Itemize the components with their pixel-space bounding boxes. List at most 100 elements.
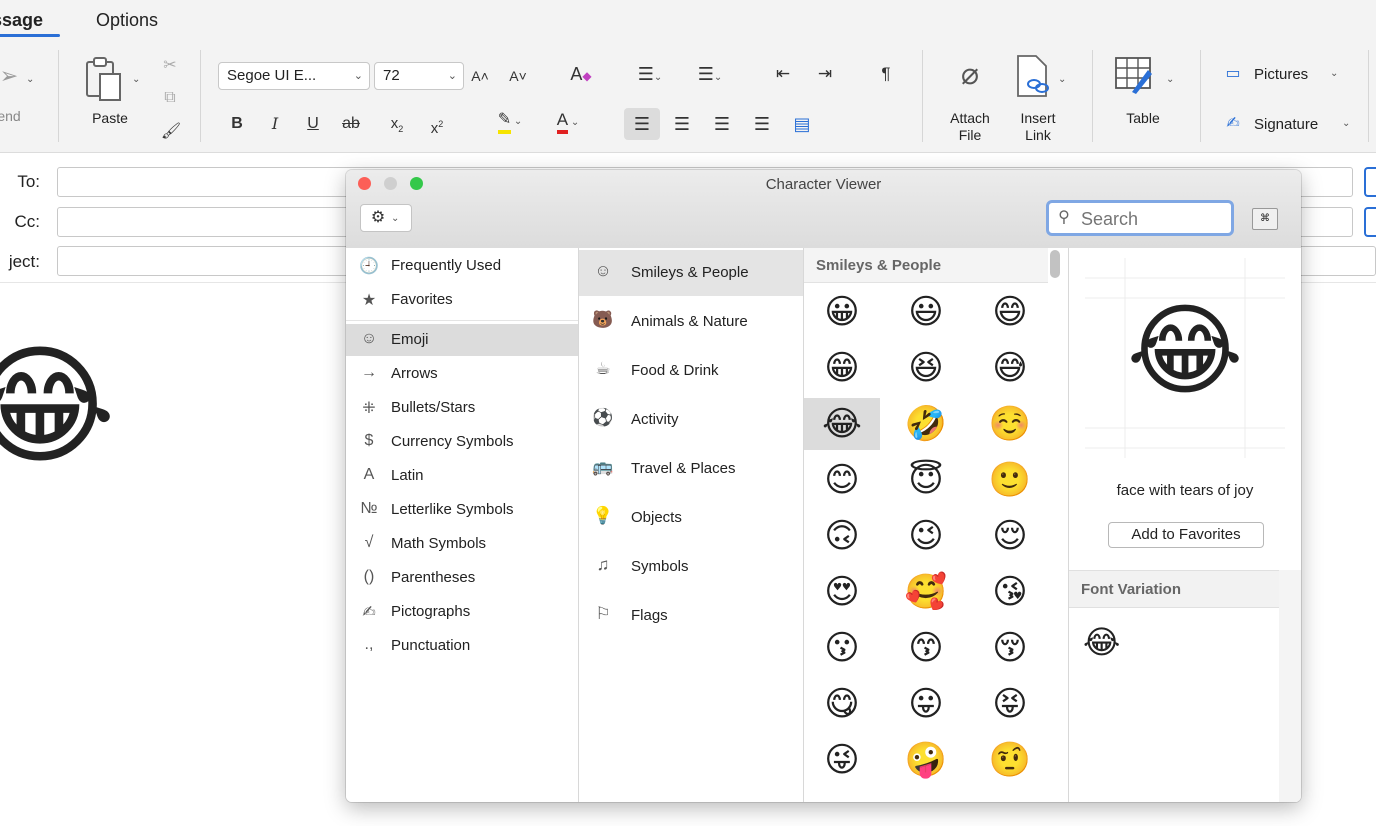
font-size-select[interactable]: 72 ⌄ <box>374 62 464 90</box>
chevron-down-icon: ⌄ <box>1166 74 1175 85</box>
emoji-cell[interactable]: 🙃 <box>804 510 880 562</box>
align-center-icon[interactable]: ☰ <box>670 114 694 134</box>
tab-message[interactable]: ssage <box>0 10 43 31</box>
emoji-cell[interactable]: 🤪 <box>888 734 964 786</box>
variation-emoji[interactable]: 😂 <box>1083 622 1120 662</box>
emoji-cell[interactable]: 😇 <box>888 454 964 506</box>
emoji-cell[interactable]: 😆 <box>888 342 964 394</box>
subcategory-icon: ⚐ <box>595 604 611 623</box>
distributed-icon[interactable]: ▤ <box>790 114 814 134</box>
align-right-icon[interactable]: ☰ <box>710 114 734 134</box>
emoji-cell[interactable]: 🤨 <box>972 734 1048 786</box>
paste-label: Paste <box>92 110 128 126</box>
emoji-cell[interactable]: 🙂 <box>972 454 1048 506</box>
keyboard-viewer-icon[interactable]: ⌘ <box>1252 208 1278 230</box>
category-item[interactable]: 🕘 Frequently Used <box>346 250 578 282</box>
strikethrough-icon[interactable]: ab <box>338 114 364 134</box>
emoji-cell[interactable]: ☺️ <box>972 398 1048 450</box>
category-item[interactable]: ., Punctuation <box>346 630 578 662</box>
category-item[interactable]: № Letterlike Symbols <box>346 494 578 526</box>
category-item[interactable]: $ Currency Symbols <box>346 426 578 458</box>
attach-file-button[interactable]: ⌀ Attach File <box>942 54 998 146</box>
scrollbar-thumb[interactable] <box>1050 250 1060 278</box>
subcategory-item[interactable]: 💡 Objects <box>579 495 803 541</box>
preview-pane: 😂 face with tears of joy Add to Favorite… <box>1069 248 1301 802</box>
numbering-icon[interactable]: ☰⌄ <box>688 64 732 88</box>
subcategory-item[interactable]: ⚐ Flags <box>579 593 803 639</box>
preview-name: face with tears of joy <box>1116 482 1254 499</box>
category-item[interactable]: √ Math Symbols <box>346 528 578 560</box>
highlight-icon[interactable]: ✎ ⌄ <box>486 110 534 134</box>
emoji-cell[interactable]: 😍 <box>804 566 880 618</box>
italic-icon[interactable]: I <box>264 114 286 134</box>
emoji-cell[interactable]: 🥰 <box>888 566 964 618</box>
paste-button[interactable]: ⌄ Paste <box>80 52 146 132</box>
cut-icon[interactable]: ✂ <box>160 56 180 76</box>
pilcrow-icon[interactable]: ¶ <box>876 64 896 84</box>
category-item[interactable]: ★ Favorites <box>346 284 578 316</box>
copy-icon[interactable]: ⧉ <box>160 88 180 108</box>
category-item[interactable]: ⁜ Bullets/Stars <box>346 392 578 424</box>
emoji-cell[interactable]: 🤣 <box>888 398 964 450</box>
insert-link-button[interactable]: ⌄ Insert Link <box>1008 54 1074 146</box>
subscript-icon[interactable]: x2 <box>384 114 410 139</box>
emoji-cell[interactable]: 😀 <box>804 286 880 338</box>
font-name-select[interactable]: Segoe UI E... ⌄ <box>218 62 370 90</box>
emoji-cell[interactable]: 😙 <box>888 622 964 674</box>
send-button[interactable]: ➢ ⌄ end <box>0 64 46 125</box>
search-field[interactable]: ⚲ <box>1046 200 1234 236</box>
pictures-button[interactable]: ▭ Pictures ⌄ <box>1220 62 1350 88</box>
emoji-cell[interactable]: 😋 <box>804 678 880 730</box>
font-color-icon[interactable]: A ⌄ <box>540 110 596 134</box>
justify-icon[interactable]: ☰ <box>750 114 774 134</box>
emoji-cell[interactable]: 😜 <box>804 734 880 786</box>
to-address-book-button[interactable] <box>1364 167 1376 197</box>
subcategory-item[interactable]: ☕ Food & Drink <box>579 348 803 394</box>
decrease-indent-icon[interactable]: ⇤ <box>770 64 796 84</box>
signature-button[interactable]: ✍ Signature ⌄ <box>1220 112 1360 138</box>
superscript-icon[interactable]: x2 <box>424 114 450 139</box>
align-left-button[interactable]: ☰ <box>624 108 660 140</box>
add-to-favorites-button[interactable]: Add to Favorites <box>1108 522 1264 548</box>
emoji-cell[interactable]: 😗 <box>804 622 880 674</box>
emoji-cell[interactable]: 😘 <box>972 566 1048 618</box>
category-item[interactable]: ✍ Pictographs <box>346 596 578 628</box>
underline-icon[interactable]: U <box>302 114 324 134</box>
emoji-cell[interactable]: 😛 <box>888 678 964 730</box>
decrease-font-icon[interactable]: A˅ <box>506 66 530 86</box>
category-item[interactable]: → Arrows <box>346 358 578 390</box>
emoji-cell[interactable]: 😃 <box>888 286 964 338</box>
emoji-cell[interactable]: 😅 <box>972 342 1048 394</box>
subcategory-item[interactable]: 🚌 Travel & Places <box>579 446 803 492</box>
emoji-cell[interactable]: 😌 <box>972 510 1048 562</box>
font-size-value: 72 <box>383 67 400 84</box>
tab-options[interactable]: Options <box>96 10 158 31</box>
emoji-cell[interactable]: 😂 <box>804 398 880 450</box>
viewer-title: Character Viewer <box>765 176 882 193</box>
emoji-cell[interactable]: 😄 <box>972 286 1048 338</box>
cc-label: Cc: <box>14 212 41 231</box>
settings-menu-button[interactable]: ⚙ ⌄ <box>360 204 412 232</box>
emoji-cell[interactable]: 😊 <box>804 454 880 506</box>
category-item[interactable]: A Latin <box>346 460 578 492</box>
emoji-cell[interactable]: 😁 <box>804 342 880 394</box>
subcategory-item[interactable]: ☺ Smileys & People <box>579 250 803 296</box>
search-input[interactable] <box>1079 205 1233 233</box>
emoji-cell[interactable]: 😝 <box>972 678 1048 730</box>
category-icon: $ <box>364 432 374 449</box>
cc-address-book-button[interactable] <box>1364 207 1376 237</box>
increase-indent-icon[interactable]: ⇥ <box>812 64 838 84</box>
format-painter-icon[interactable]: 🖌 <box>160 122 182 142</box>
emoji-cell[interactable]: 😚 <box>972 622 1048 674</box>
bullets-icon[interactable]: ☰⌄ <box>628 64 672 88</box>
emoji-cell[interactable]: 😉 <box>888 510 964 562</box>
increase-font-icon[interactable]: A˄ <box>468 66 492 86</box>
bold-icon[interactable]: B <box>226 114 248 134</box>
subcategory-item[interactable]: ♫ Symbols <box>579 544 803 590</box>
clear-format-icon[interactable]: A◆ <box>566 64 596 86</box>
category-item[interactable]: ☺ Emoji <box>346 324 578 356</box>
subcategory-item[interactable]: 🐻 Animals & Nature <box>579 299 803 345</box>
category-item[interactable]: () Parentheses <box>346 562 578 594</box>
subcategory-item[interactable]: ⚽ Activity <box>579 397 803 443</box>
table-button[interactable]: ⌄ Table <box>1110 54 1182 134</box>
